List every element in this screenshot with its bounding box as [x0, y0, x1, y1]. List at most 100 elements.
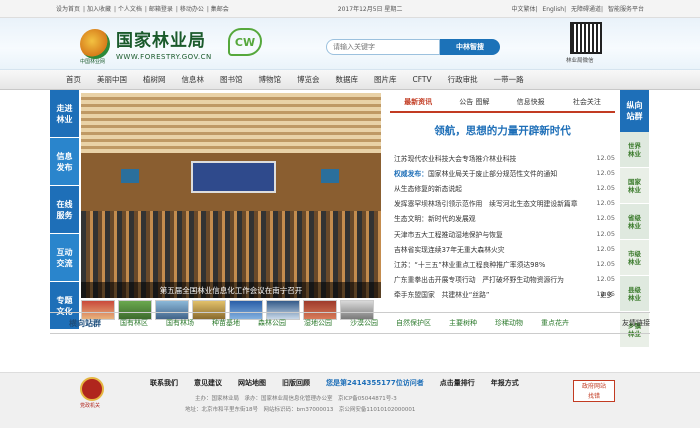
- site-link[interactable]: 自然保护区: [396, 318, 431, 328]
- site-link[interactable]: 重点花卉: [541, 318, 569, 328]
- top-links: 设为首页 | 加入收藏 | 个人文档 | 邮箱登录 | 移动办公 | 集邮会: [56, 6, 229, 13]
- news-item[interactable]: 天津市五大工程推动湿地保护与恢复 12.05: [390, 226, 615, 241]
- nav-item[interactable]: 博览会: [297, 74, 320, 85]
- nav-item[interactable]: 一带一路: [494, 74, 524, 85]
- news-tab[interactable]: 公告 图解: [446, 97, 502, 107]
- footer-link[interactable]: 网站地图: [238, 378, 266, 388]
- photo-caption[interactable]: 第五届全国林业信息化工作会议在南宁召开: [81, 282, 381, 298]
- site-link[interactable]: 珍稀动物: [495, 318, 523, 328]
- site-link[interactable]: 种苗基地: [212, 318, 240, 328]
- top-link[interactable]: 个人文档: [118, 6, 142, 13]
- main-nav: 首页 美丽中国 植树网 信息林 图书馆 博物馆 博览会 数据库 图片库 CFTV…: [0, 70, 700, 90]
- site-link[interactable]: 国有林场: [166, 318, 194, 328]
- news-item[interactable]: 从生态修复的新态说起 12.05: [390, 180, 615, 195]
- top-link[interactable]: 设为首页: [56, 6, 80, 13]
- sidebar-item[interactable]: 互动交流: [50, 234, 79, 282]
- news-tabs: 最新资讯 公告 图解 信息快报 社会关注: [390, 93, 615, 113]
- sidebar-item[interactable]: 走进林业: [50, 90, 79, 138]
- footer-links: 联系我们 意见建议 网站地图 旧版回顾 您是第2414355177位访问者 点击…: [150, 378, 535, 388]
- logo-subtitle: 中国林业网: [80, 59, 106, 65]
- friend-links-dropdown[interactable]: 友情链接: [622, 318, 650, 328]
- site-link[interactable]: 湿地公园: [304, 318, 332, 328]
- current-date: 2017年12月5日 星期二: [337, 6, 403, 13]
- news-headline[interactable]: 领航，思想的力量开辟新时代: [390, 123, 615, 138]
- top-right-links: 中文繁体| English| 无障碍通道| 智能服务平台: [511, 6, 644, 13]
- news-tab[interactable]: 社会关注: [559, 97, 615, 107]
- footer-link[interactable]: 意见建议: [194, 378, 222, 388]
- nav-item[interactable]: 植树网: [143, 74, 166, 85]
- site-group-label: 横向站群: [69, 318, 101, 328]
- nav-item[interactable]: 行政审批: [448, 74, 478, 85]
- news-item[interactable]: 牵手东盟国家 共建林业“丝路” 12.05: [390, 287, 615, 302]
- search-button[interactable]: 中林智搜: [440, 39, 500, 55]
- cw-emblem-icon: CW: [228, 28, 262, 56]
- site-link[interactable]: 沙漠公园: [350, 318, 378, 328]
- nav-item[interactable]: 数据库: [336, 74, 359, 85]
- footer-link[interactable]: 联系我们: [150, 378, 178, 388]
- right-sidebar-item[interactable]: 县级林业: [620, 276, 649, 312]
- right-sidebar: 纵向站群 世界林业 国家林业 省级林业 市级林业 县级林业 乡镇林业: [620, 90, 649, 348]
- news-item[interactable]: 权威发布：国家林业局关于废止部分规范性文件的通知 12.05: [390, 165, 615, 180]
- nav-item[interactable]: 信息林: [182, 74, 205, 85]
- right-sidebar-item[interactable]: 国家林业: [620, 168, 649, 204]
- footer-link[interactable]: 点击量排行: [440, 378, 475, 388]
- news-panel: 最新资讯 公告 图解 信息快报 社会关注 领航，思想的力量开辟新时代 江苏现代农…: [390, 93, 615, 302]
- right-sidebar-item[interactable]: 世界林业: [620, 132, 649, 168]
- top-right-link[interactable]: 中文繁体: [511, 6, 535, 13]
- news-item[interactable]: 广东重拳出击开展专项行动 严打破坏野生动物资源行为 12.05: [390, 272, 615, 287]
- logo-title: 国家林业局: [116, 31, 206, 51]
- nav-item[interactable]: 美丽中国: [97, 74, 127, 85]
- right-sidebar-item[interactable]: 省级林业: [620, 204, 649, 240]
- photo-side-screen: [121, 169, 139, 183]
- site-link[interactable]: 国有林区: [120, 318, 148, 328]
- footer-address: 地址：北京市和平里东街18号 网站标识码：bm37000013 京公网安备110…: [185, 407, 416, 413]
- top-link[interactable]: 邮箱登录: [149, 6, 173, 13]
- news-item[interactable]: 江苏现代农业科技大会专场推介林业科技 12.05: [390, 150, 615, 165]
- sidebar-item[interactable]: 信息发布: [50, 138, 79, 186]
- top-right-link[interactable]: English: [542, 6, 564, 13]
- qr-label: 林业局微信: [566, 58, 594, 64]
- news-item[interactable]: 江苏：“十三五”林业重点工程良种推广率须达98% 12.05: [390, 256, 615, 271]
- featured-photo[interactable]: 第五届全国林业信息化工作会议在南宁召开: [81, 93, 381, 298]
- site-group-links: 国有林区 国有林场 种苗基地 森林公园 湿地公园 沙漠公园 自然保护区 主要树种…: [120, 318, 622, 328]
- site-link[interactable]: 主要树种: [449, 318, 477, 328]
- top-right-link[interactable]: 无障碍通道: [571, 6, 601, 13]
- party-badge-icon[interactable]: [80, 377, 104, 401]
- news-item[interactable]: 吉林省实现连续37年无重大森林火灾 12.05: [390, 241, 615, 256]
- search-box: 中林智搜: [326, 39, 500, 55]
- top-right-link[interactable]: 智能服务平台: [608, 6, 644, 13]
- news-list: 江苏现代农业科技大会专场推介林业科技 12.05 权威发布：国家林业局关于废止部分…: [390, 150, 615, 302]
- site-logo[interactable]: 国家林业局 WWW.FORESTRY.GOV.CN: [80, 26, 212, 61]
- news-tab[interactable]: 最新资讯: [390, 97, 446, 107]
- logo-url: WWW.FORESTRY.GOV.CN: [116, 53, 212, 61]
- badge-label: 党政机关: [80, 403, 101, 409]
- nav-item[interactable]: CFTV: [413, 75, 432, 84]
- photo-side-screen: [321, 169, 339, 183]
- gov-site-error-button[interactable]: 政府网站 找错: [573, 380, 615, 402]
- header: 国家林业局 WWW.FORESTRY.GOV.CN 中国林业网 CW 中林智搜 …: [0, 18, 700, 70]
- nav-item[interactable]: 博物馆: [259, 74, 282, 85]
- news-item[interactable]: 发挥塞罕坝林场引领示范作用 续写河北生态文明建设新篇章 12.05: [390, 196, 615, 211]
- sidebar-item[interactable]: 在线服务: [50, 186, 79, 234]
- footer-info: 主办：国家林业局 承办：国家林业局信息化管理办公室 京ICP备05044871号…: [195, 396, 397, 402]
- nav-item[interactable]: 首页: [66, 74, 81, 85]
- site-link[interactable]: 森林公园: [258, 318, 286, 328]
- top-link[interactable]: 加入收藏: [87, 6, 111, 13]
- search-input[interactable]: [326, 39, 440, 55]
- news-item[interactable]: 生态文明：新时代的发展观 12.05: [390, 211, 615, 226]
- footer-link[interactable]: 年报方式: [491, 378, 519, 388]
- top-link[interactable]: 移动办公: [180, 6, 204, 13]
- nav-item[interactable]: 图书馆: [220, 74, 243, 85]
- nav-item[interactable]: 图片库: [374, 74, 397, 85]
- more-link[interactable]: 更多: [600, 289, 700, 299]
- gov-label: 政府网站: [581, 383, 606, 390]
- right-sidebar-item[interactable]: 市级林业: [620, 240, 649, 276]
- top-link[interactable]: 集邮会: [211, 6, 229, 13]
- footer: 党政机关 联系我们 意见建议 网站地图 旧版回顾 您是第2414355177位访…: [0, 372, 700, 428]
- main-content: 走进林业 信息发布 在线服务 互动交流 专题文化 第五届全国林业信息化工作会议在…: [0, 90, 700, 348]
- news-tab[interactable]: 信息快报: [503, 97, 559, 107]
- logo-emblem-icon: [80, 28, 110, 59]
- footer-link[interactable]: 旧版回顾: [282, 378, 310, 388]
- top-bar: 设为首页 | 加入收藏 | 个人文档 | 邮箱登录 | 移动办公 | 集邮会 2017年1…: [0, 0, 700, 18]
- left-sidebar: 走进林业 信息发布 在线服务 互动交流 专题文化: [50, 90, 79, 330]
